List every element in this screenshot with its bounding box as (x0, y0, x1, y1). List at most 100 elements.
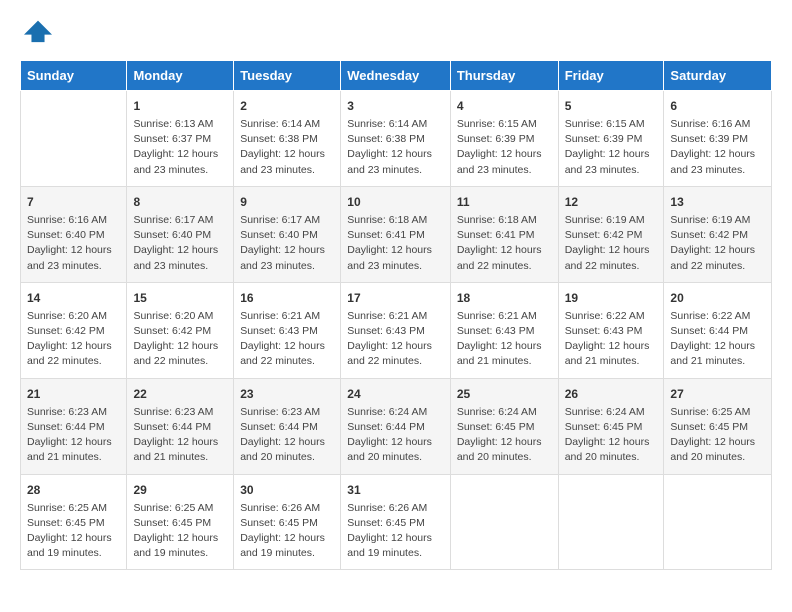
week-row-1: 1Sunrise: 6:13 AM Sunset: 6:37 PM Daylig… (21, 91, 772, 187)
day-number: 13 (670, 193, 765, 211)
day-info: Sunrise: 6:25 AM Sunset: 6:45 PM Dayligh… (670, 405, 765, 466)
day-cell: 19 Sunrise: 6:22 AM Sunset: 6:43 PM Dayli… (558, 282, 664, 378)
day-cell: 29Sunrise: 6:25 AM Sunset: 6:45 PM Dayli… (127, 474, 234, 570)
day-number: 30 (240, 481, 334, 499)
day-cell: 4 Sunrise: 6:15 AM Sunset: 6:39 PM Daylig… (450, 91, 558, 187)
day-cell: 20 Sunrise: 6:22 AM Sunset: 6:44 PM Dayli… (664, 282, 772, 378)
day-cell: 28 Sunrise: 6:25 AM Sunset: 6:45 PM Dayli… (21, 474, 127, 570)
logo-icon (24, 16, 52, 44)
header-cell-tuesday: Tuesday (234, 61, 341, 91)
day-number: 8 (133, 193, 227, 211)
day-info: Sunrise: 6:26 AM Sunset: 6:45 PM Dayligh… (347, 501, 444, 562)
day-info: Sunrise: 6:14 AM Sunset: 6:38 PM Dayligh… (240, 117, 334, 178)
day-info: Sunrise: 6:17 AM Sunset: 6:40 PM Dayligh… (240, 213, 334, 274)
day-number: 4 (457, 97, 552, 115)
day-info: Sunrise: 6:25 AM Sunset: 6:45 PM Dayligh… (27, 501, 120, 562)
day-number: 14 (27, 289, 120, 307)
day-number: 11 (457, 193, 552, 211)
day-info: Sunrise: 6:23 AM Sunset: 6:44 PM Dayligh… (27, 405, 120, 466)
day-number: 18 (457, 289, 552, 307)
day-info: Sunrise: 6:20 AM Sunset: 6:42 PM Dayligh… (133, 309, 227, 370)
day-info: Sunrise: 6:22 AM Sunset: 6:43 PM Dayligh… (565, 309, 658, 370)
day-info: Sunrise: 6:18 AM Sunset: 6:41 PM Dayligh… (347, 213, 444, 274)
day-info: Sunrise: 6:19 AM Sunset: 6:42 PM Dayligh… (565, 213, 658, 274)
day-info: Sunrise: 6:21 AM Sunset: 6:43 PM Dayligh… (240, 309, 334, 370)
day-cell (558, 474, 664, 570)
day-number: 10 (347, 193, 444, 211)
day-number: 19 (565, 289, 658, 307)
day-number: 31 (347, 481, 444, 499)
day-cell: 7 Sunrise: 6:16 AM Sunset: 6:40 PM Daylig… (21, 186, 127, 282)
day-cell: 18 Sunrise: 6:21 AM Sunset: 6:43 PM Dayli… (450, 282, 558, 378)
day-cell: 9 Sunrise: 6:17 AM Sunset: 6:40 PM Daylig… (234, 186, 341, 282)
day-info: Sunrise: 6:26 AM Sunset: 6:45 PM Dayligh… (240, 501, 334, 562)
day-number: 20 (670, 289, 765, 307)
day-info: Sunrise: 6:19 AM Sunset: 6:42 PM Dayligh… (670, 213, 765, 274)
day-cell: 31 Sunrise: 6:26 AM Sunset: 6:45 PM Dayli… (341, 474, 451, 570)
day-cell (450, 474, 558, 570)
day-number: 26 (565, 385, 658, 403)
day-cell: 12 Sunrise: 6:19 AM Sunset: 6:42 PM Dayli… (558, 186, 664, 282)
day-number: 24 (347, 385, 444, 403)
day-number: 6 (670, 97, 765, 115)
day-number: 17 (347, 289, 444, 307)
day-cell: 15Sunrise: 6:20 AM Sunset: 6:42 PM Dayli… (127, 282, 234, 378)
header-cell-monday: Monday (127, 61, 234, 91)
day-cell: 5 Sunrise: 6:15 AM Sunset: 6:39 PM Daylig… (558, 91, 664, 187)
header-cell-sunday: Sunday (21, 61, 127, 91)
day-cell: 25 Sunrise: 6:24 AM Sunset: 6:45 PM Dayli… (450, 378, 558, 474)
day-info: Sunrise: 6:13 AM Sunset: 6:37 PM Dayligh… (133, 117, 227, 178)
day-number: 27 (670, 385, 765, 403)
day-info: Sunrise: 6:24 AM Sunset: 6:45 PM Dayligh… (565, 405, 658, 466)
day-number: 9 (240, 193, 334, 211)
day-info: Sunrise: 6:25 AM Sunset: 6:45 PM Dayligh… (133, 501, 227, 562)
header-row: SundayMondayTuesdayWednesdayThursdayFrid… (21, 61, 772, 91)
calendar-table: SundayMondayTuesdayWednesdayThursdayFrid… (20, 60, 772, 570)
day-cell: 17 Sunrise: 6:21 AM Sunset: 6:43 PM Dayli… (341, 282, 451, 378)
day-cell: 2Sunrise: 6:14 AM Sunset: 6:38 PM Daylig… (234, 91, 341, 187)
day-info: Sunrise: 6:15 AM Sunset: 6:39 PM Dayligh… (565, 117, 658, 178)
day-info: Sunrise: 6:17 AM Sunset: 6:40 PM Dayligh… (133, 213, 227, 274)
day-info: Sunrise: 6:23 AM Sunset: 6:44 PM Dayligh… (240, 405, 334, 466)
week-row-2: 7 Sunrise: 6:16 AM Sunset: 6:40 PM Daylig… (21, 186, 772, 282)
day-info: Sunrise: 6:18 AM Sunset: 6:41 PM Dayligh… (457, 213, 552, 274)
header-cell-wednesday: Wednesday (341, 61, 451, 91)
day-cell: 8 Sunrise: 6:17 AM Sunset: 6:40 PM Daylig… (127, 186, 234, 282)
week-row-4: 21 Sunrise: 6:23 AM Sunset: 6:44 PM Dayli… (21, 378, 772, 474)
day-cell: 3 Sunrise: 6:14 AM Sunset: 6:38 PM Daylig… (341, 91, 451, 187)
day-number: 21 (27, 385, 120, 403)
day-info: Sunrise: 6:23 AM Sunset: 6:44 PM Dayligh… (133, 405, 227, 466)
day-cell: 24Sunrise: 6:24 AM Sunset: 6:44 PM Dayli… (341, 378, 451, 474)
day-info: Sunrise: 6:21 AM Sunset: 6:43 PM Dayligh… (457, 309, 552, 370)
header-cell-saturday: Saturday (664, 61, 772, 91)
day-info: Sunrise: 6:22 AM Sunset: 6:44 PM Dayligh… (670, 309, 765, 370)
day-info: Sunrise: 6:20 AM Sunset: 6:42 PM Dayligh… (27, 309, 120, 370)
day-cell: 21 Sunrise: 6:23 AM Sunset: 6:44 PM Dayli… (21, 378, 127, 474)
day-number: 16 (240, 289, 334, 307)
day-info: Sunrise: 6:14 AM Sunset: 6:38 PM Dayligh… (347, 117, 444, 178)
day-info: Sunrise: 6:16 AM Sunset: 6:40 PM Dayligh… (27, 213, 120, 274)
day-cell (21, 91, 127, 187)
day-number: 7 (27, 193, 120, 211)
day-cell: 1Sunrise: 6:13 AM Sunset: 6:37 PM Daylig… (127, 91, 234, 187)
day-number: 25 (457, 385, 552, 403)
day-cell: 13 Sunrise: 6:19 AM Sunset: 6:42 PM Dayli… (664, 186, 772, 282)
day-cell: 26 Sunrise: 6:24 AM Sunset: 6:45 PM Dayli… (558, 378, 664, 474)
day-cell: 6 Sunrise: 6:16 AM Sunset: 6:39 PM Daylig… (664, 91, 772, 187)
day-info: Sunrise: 6:15 AM Sunset: 6:39 PM Dayligh… (457, 117, 552, 178)
day-cell: 30 Sunrise: 6:26 AM Sunset: 6:45 PM Dayli… (234, 474, 341, 570)
day-number: 12 (565, 193, 658, 211)
day-cell: 23Sunrise: 6:23 AM Sunset: 6:44 PM Dayli… (234, 378, 341, 474)
day-number: 3 (347, 97, 444, 115)
day-info: Sunrise: 6:24 AM Sunset: 6:45 PM Dayligh… (457, 405, 552, 466)
page-header (20, 20, 772, 44)
day-number: 28 (27, 481, 120, 499)
day-cell: 11 Sunrise: 6:18 AM Sunset: 6:41 PM Dayli… (450, 186, 558, 282)
day-number: 5 (565, 97, 658, 115)
week-row-5: 28 Sunrise: 6:25 AM Sunset: 6:45 PM Dayli… (21, 474, 772, 570)
day-info: Sunrise: 6:21 AM Sunset: 6:43 PM Dayligh… (347, 309, 444, 370)
day-cell: 14 Sunrise: 6:20 AM Sunset: 6:42 PM Dayli… (21, 282, 127, 378)
header-cell-friday: Friday (558, 61, 664, 91)
week-row-3: 14 Sunrise: 6:20 AM Sunset: 6:42 PM Dayli… (21, 282, 772, 378)
day-info: Sunrise: 6:16 AM Sunset: 6:39 PM Dayligh… (670, 117, 765, 178)
